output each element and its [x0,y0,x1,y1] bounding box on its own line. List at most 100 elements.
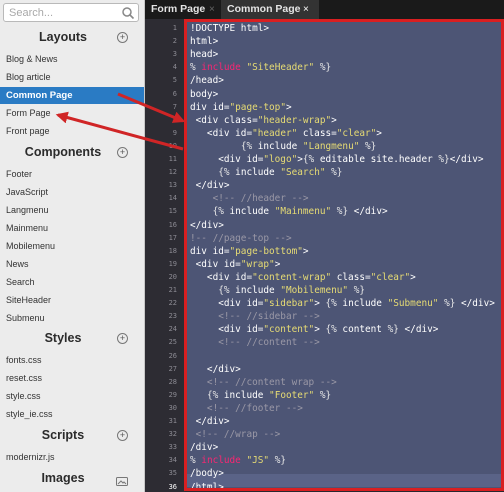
line-number: 32 [168,430,177,439]
sidebar-item-blog-news[interactable]: Blog & News [0,51,144,68]
code-line[interactable]: </div> [190,363,241,376]
sidebar-item-fonts-css[interactable]: fonts.css [0,352,144,369]
line-number: 20 [168,272,177,281]
sidebar-item-submenu[interactable]: Submenu [0,310,144,327]
section-title-components: Components [24,145,102,159]
section-images: Images [0,469,144,489]
line-number: 34 [168,456,177,465]
sidebar-item-blog-article[interactable]: Blog article [0,69,144,86]
section-title-scripts: Scripts [41,428,85,442]
section-title-images: Images [41,471,85,485]
code-line[interactable]: /div> [190,441,218,454]
section-components: Components + [0,143,144,163]
line-number: 2 [172,37,177,46]
line-number: 11 [168,155,177,163]
code-line[interactable]: html> [190,35,218,48]
code-line[interactable]: {% include "Mainmenu" %} </div> [190,205,388,218]
upload-image-icon[interactable] [116,473,128,486]
code-line[interactable]: </div> [190,179,230,192]
search-icon[interactable] [121,6,135,20]
code-line[interactable]: <!-- //footer --> [190,402,303,415]
line-number: 5 [172,76,177,85]
tab-bar: Form Page × Common Page × [145,0,504,19]
code-line[interactable]: /body> [190,467,224,480]
code-line[interactable]: !-- //page-top --> [190,232,292,245]
code-line[interactable]: </div> [190,219,224,232]
sidebar-item-search[interactable]: Search [0,274,144,291]
close-icon[interactable]: × [209,0,215,19]
sidebar-item-javascript[interactable]: JavaScript [0,184,144,201]
code-line[interactable]: {% include "Langmenu" %} [190,140,377,153]
code-line[interactable]: <!-- //wrap --> [190,428,281,441]
add-component-button[interactable]: + [117,147,128,158]
code-line[interactable]: {% include "Mobilemenu" %} [190,284,365,297]
code-line[interactable]: /head> [190,74,224,87]
sidebar-item-footer[interactable]: Footer [0,166,144,183]
line-number: 12 [168,168,177,177]
sidebar-item-langmenu[interactable]: Langmenu [0,202,144,219]
section-title-layouts: Layouts [39,30,87,44]
code-line[interactable]: div id="page-top"> [190,101,292,114]
code-line[interactable]: <div id="header" class="clear"> [190,127,382,140]
code-line[interactable]: !DOCTYPE html> [190,22,269,35]
code-line[interactable]: <div id="content-wrap" class="clear"> [190,271,416,284]
search-input[interactable] [9,5,119,21]
line-number: 29 [168,390,177,399]
code-line[interactable]: {% include "Footer" %} [190,389,331,402]
line-number: 15 [168,207,177,216]
line-number: 33 [168,443,177,452]
line-number: 13 [168,181,177,190]
code-line[interactable]: <div id="logo">{% editable site.header %… [190,153,483,166]
line-number: 10 [168,141,177,150]
line-number: 21 [168,286,177,294]
sidebar-item-common-page[interactable]: Common Page [0,87,144,104]
sidebar-item-news[interactable]: News [0,256,144,273]
tab-label: Form Page [151,3,206,15]
code-line[interactable]: <div id="sidebar"> {% include "Submenu" … [190,297,495,310]
code-line[interactable]: </div> [190,415,230,428]
code-line[interactable]: body> [190,88,218,101]
code-line[interactable]: % include "JS" %} [190,454,286,467]
line-number: 18 [168,246,177,255]
line-number: 19 [168,259,177,268]
line-number: 30 [168,403,177,412]
code-line[interactable]: <!-- //content --> [190,336,320,349]
close-icon[interactable]: × [303,0,309,19]
code-line[interactable]: <div id="content"> {% content %} </div> [190,323,438,336]
sidebar-item-siteheader[interactable]: SiteHeader [0,292,144,309]
code-line[interactable]: <!-- //header --> [190,192,309,205]
search-box[interactable] [3,3,139,22]
code-line[interactable]: /html> [190,481,224,492]
code-line[interactable]: <div id="wrap"> [190,258,281,271]
sidebar-item-form-page[interactable]: Form Page [0,105,144,122]
line-number: 3 [172,50,177,59]
tab-label: Common Page [227,3,301,15]
code-line[interactable]: head> [190,48,218,61]
sidebar-item-style-ie-css[interactable]: style_ie.css [0,406,144,423]
line-number: 28 [168,377,177,386]
code-line[interactable]: {% include "Search" %} [190,166,342,179]
line-number: 16 [168,220,177,229]
code-line[interactable]: <div class="header-wrap"> [190,114,337,127]
add-style-button[interactable]: + [117,333,128,344]
add-script-button[interactable]: + [117,430,128,441]
sidebar-item-style-css[interactable]: style.css [0,388,144,405]
sidebar-item-mainmenu[interactable]: Mainmenu [0,220,144,237]
current-line-highlight [185,474,502,487]
code-line[interactable]: div id="page-bottom"> [190,245,309,258]
sidebar-item-front-page[interactable]: Front page [0,123,144,140]
add-layout-button[interactable]: + [117,32,128,43]
sidebar-item-mobilemenu[interactable]: Mobilemenu [0,238,144,255]
line-number: 8 [172,115,177,124]
code-line[interactable]: <!-- //sidebar --> [190,310,320,323]
section-title-styles: Styles [44,331,82,345]
line-number: 17 [168,233,177,242]
sidebar-item-reset-css[interactable]: reset.css [0,370,144,387]
line-number: 6 [172,89,177,98]
code-line[interactable]: % include "SiteHeader" %} [190,61,331,74]
code-line[interactable]: <!-- //content wrap --> [190,376,337,389]
line-number: 36 [168,482,177,491]
sidebar-item-modernizr-js[interactable]: modernizr.js [0,449,144,466]
line-number: 31 [168,417,177,425]
line-number: 1 [172,24,177,32]
